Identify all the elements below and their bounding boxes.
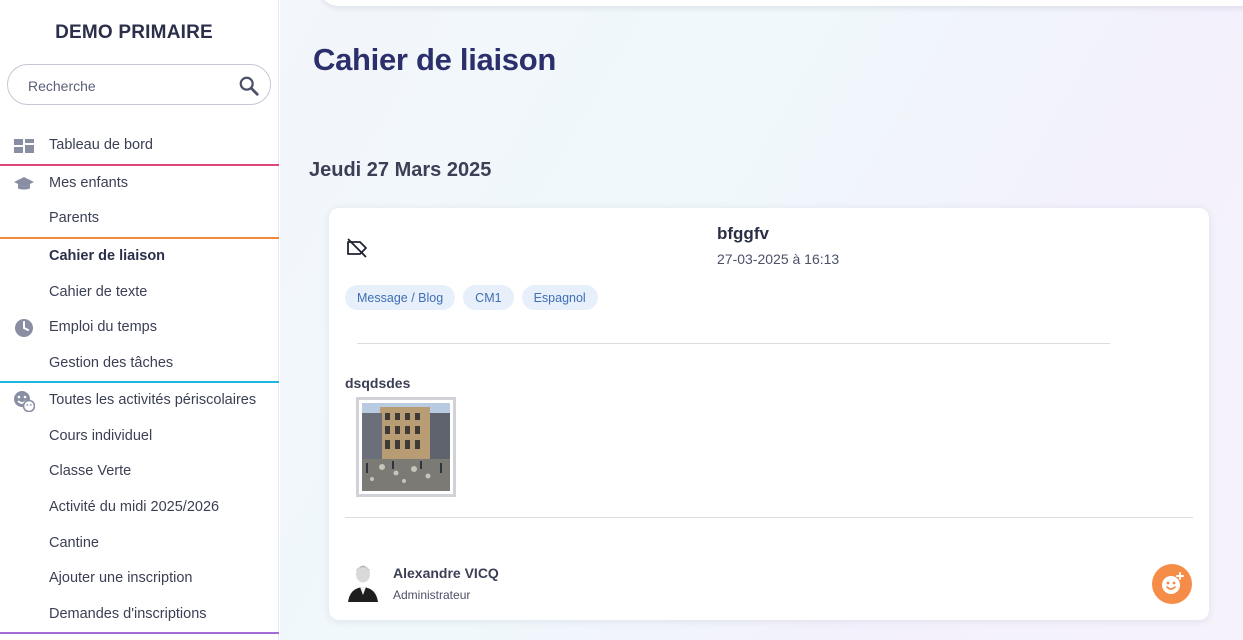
sidebar-item-label: Gestion des tâches [49,355,174,371]
sidebar-item-classe-verte[interactable]: Classe Verte [0,457,279,487]
sidebar-item-label: Cantine [49,535,99,551]
sidebar-separator [0,381,279,383]
author-name: Alexandre VICQ [393,565,499,581]
sidebar-item-label: Cours individuel [49,428,153,444]
search-box [7,64,271,105]
building-photo [362,403,450,491]
tag-chip[interactable]: CM1 [463,285,514,310]
dashboard-icon [14,139,34,153]
sidebar-separator [0,164,279,166]
post-datetime: 27-03-2025 à 16:13 [717,251,840,267]
post-card: bfggfv 27-03-2025 à 16:13 Message / Blog… [329,208,1209,620]
add-reaction-icon [1162,572,1184,594]
sidebar-item-cahier-de-liaison[interactable]: Cahier de liaison [0,242,279,272]
sidebar-item-label: Mes enfants [49,175,128,191]
sidebar-item-activite-du-midi[interactable]: Activité du midi 2025/2026 [0,493,279,523]
sidebar-item-ajouter-inscription[interactable]: Ajouter une inscription [0,564,279,594]
sidebar-item-parents[interactable]: Parents [0,204,279,234]
divider [345,517,1193,518]
add-reaction-button[interactable] [1152,564,1192,604]
divider [357,343,1110,344]
top-bar [320,0,1243,6]
sidebar-item-label: Parents [49,210,99,226]
sidebar-item-label: Tableau de bord [49,137,153,153]
sidebar-item-label: Demandes d'inscriptions [49,606,207,622]
sidebar-item-cantine[interactable]: Cantine [0,529,279,559]
sidebar-item-label: Emploi du temps [49,319,157,335]
sidebar-item-cahier-de-texte[interactable]: Cahier de texte [0,278,279,308]
tag-chip[interactable]: Message / Blog [345,285,456,310]
sidebar-item-label: Activité du midi 2025/2026 [49,499,220,515]
graduation-cap-icon [14,177,34,190]
sidebar-item-label: Toutes les activités périscolaires [49,392,257,408]
sidebar-item-demandes-inscriptions[interactable]: Demandes d'inscriptions [0,600,279,630]
sidebar-separator [0,632,279,634]
page-title: Cahier de liaison [313,42,556,77]
date-heading: Jeudi 27 Mars 2025 [309,159,492,181]
sidebar-item-activites-periscolaires[interactable]: Toutes les activités périscolaires [0,386,279,416]
tag-chip[interactable]: Espagnol [521,285,598,310]
avatar [348,565,378,602]
sidebar-item-label: Ajouter une inscription [49,570,193,586]
sidebar-item-mes-enfants[interactable]: Mes enfants [0,169,279,199]
search-input[interactable] [28,75,228,97]
sidebar-item-label: Cahier de texte [49,284,148,300]
school-name: DEMO PRIMAIRE [55,22,213,43]
sidebar-item-gestion-des-taches[interactable]: Gestion des tâches [0,349,279,379]
clock-icon [15,319,33,337]
sidebar-item-label: Classe Verte [49,463,132,479]
post-title: bfggfv [717,224,769,243]
activities-icon [14,391,35,412]
sidebar-item-emploi-du-temps[interactable]: Emploi du temps [0,313,279,343]
sidebar: DEMO PRIMAIRE Tableau de bord Mes enfant… [0,0,279,640]
post-image-thumbnail[interactable] [356,397,456,497]
sidebar-item-cours-individuel[interactable]: Cours individuel [0,422,279,452]
sidebar-item-label: Cahier de liaison [49,248,166,264]
search-icon[interactable] [238,75,260,97]
post-tags: Message / Blog CM1 Espagnol [345,285,598,310]
main-content: Cahier de liaison Jeudi 27 Mars 2025 bfg… [280,0,1243,640]
sidebar-separator [0,237,279,239]
tag-off-icon[interactable] [345,236,369,260]
author-role: Administrateur [393,588,471,602]
sidebar-item-tableau-de-bord[interactable]: Tableau de bord [0,131,279,161]
post-body: dsqdsdes [345,375,411,391]
